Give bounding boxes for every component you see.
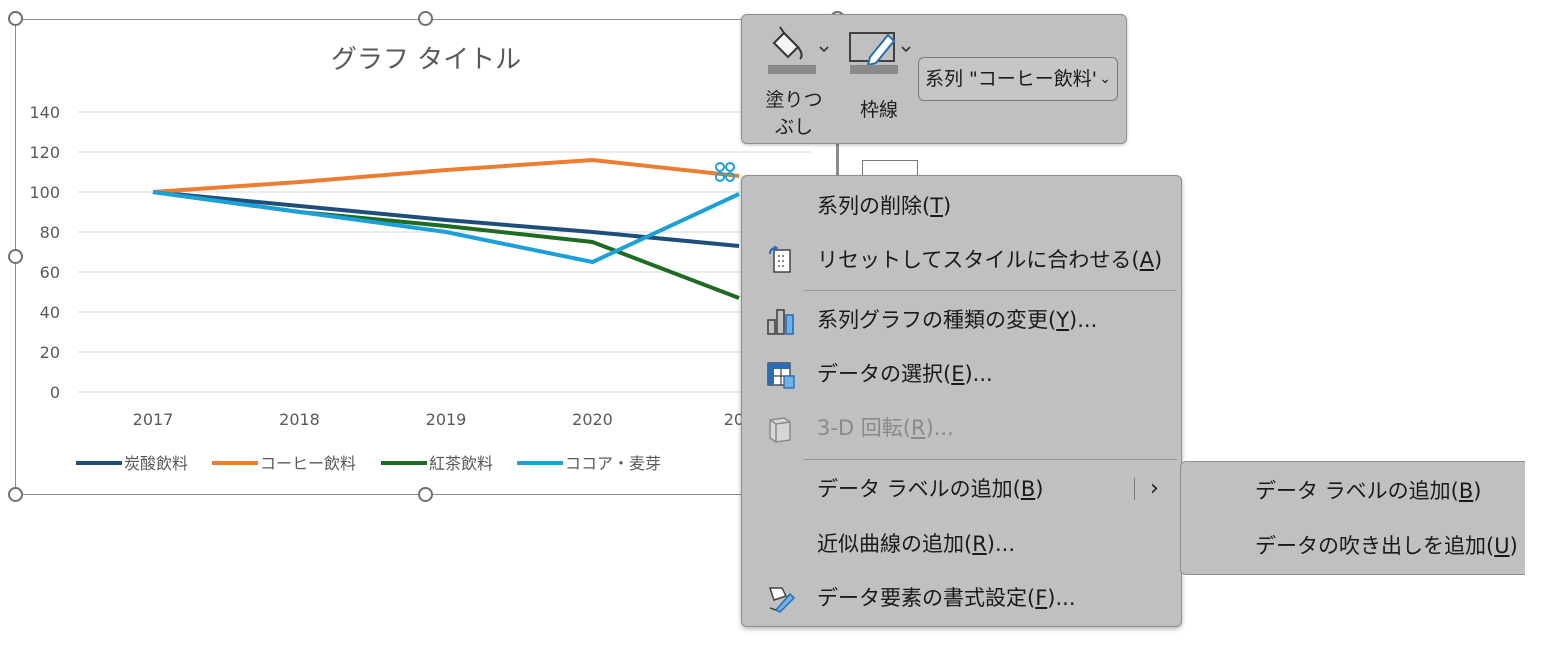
menu-item-delete-series[interactable]: 系列の削除(T) [742,179,1181,233]
resize-handle-middle-left[interactable] [8,249,23,264]
bar-chart-icon [767,309,794,335]
y-tick-label: 20 [40,343,60,362]
legend-entry[interactable]: ココア・麦芽 [565,454,661,473]
menu-separator [804,459,1177,460]
x-tick-label: 2017 [133,410,174,429]
y-tick-label: 100 [29,183,60,202]
menu-item-3d-rotation: 3-D 回転(R)... [742,401,1181,455]
pen-outline-icon [849,32,911,74]
y-tick-label: 0 [50,383,60,402]
legend-entry[interactable]: 紅茶飲料 [429,454,493,473]
series-lines[interactable] [152,158,740,300]
series-line-2[interactable] [152,190,740,300]
x-tick-label: 2019 [426,410,467,429]
chevron-down-icon: ⌄ [1097,58,1111,100]
fill-label-1: 塗りつ [765,89,823,111]
reset-style-icon [769,246,791,273]
legend-entry[interactable]: コーヒー飲料 [260,454,356,473]
outline-label: 枠線 [859,99,898,121]
selected-point-marker[interactable] [725,162,735,172]
chevron-right-icon: › [1150,476,1159,501]
menu-separator [804,290,1177,291]
y-tick-label: 120 [29,143,60,162]
menu-item-change-chart-type[interactable]: 系列グラフの種類の変更(Y)... [742,293,1181,347]
menu-item-add-trendline[interactable]: 近似曲線の追加(R)... [742,517,1181,571]
resize-handle-top-center[interactable] [418,11,433,26]
line-chart[interactable]: グラフ タイトル 140 120 100 80 60 40 20 0 2017 2018 2019… [16,20,840,496]
menu-item-add-data-labels[interactable]: データ ラベルの追加(B) › [742,462,1181,516]
series-select-value: 系列 "コーヒー飲料" [925,68,1101,90]
chart-area[interactable]: グラフ タイトル 140 120 100 80 60 40 20 0 2017 2018 2019… [15,19,839,495]
context-menu: 系列の削除(T) リセットしてスタイルに合わせる(A) 系列グラフの種類の変更(… [741,175,1182,627]
mini-toolbar: 塗りつ ぶし 枠線 系列 "コーヒー飲料" ⌄ [741,14,1127,144]
submenu-item-add-data-callouts[interactable]: データの吹き出しを追加(U) [1255,519,1518,573]
resize-handle-bottom-left[interactable] [8,487,23,502]
resize-handle-bottom-center[interactable] [418,487,433,502]
series-line-1[interactable] [152,158,740,194]
legend-entry[interactable]: 炭酸飲料 [124,454,188,473]
fill-button[interactable]: 塗りつ ぶし [754,23,834,139]
paint-bucket-icon [768,26,829,74]
submenu-item-add-data-labels[interactable]: データ ラベルの追加(B) [1255,464,1482,518]
menu-item-format-data-point[interactable]: データ要素の書式設定(F)... [742,571,1181,625]
chart-elements-button[interactable] [862,160,918,176]
y-tick-label: 140 [29,103,60,122]
gridlines [78,111,811,393]
fill-label-2: ぶし [774,116,813,138]
y-tick-label: 60 [40,263,60,282]
submenu-divider [1134,478,1135,500]
outline-button[interactable]: 枠線 [840,23,918,122]
resize-handle-top-left[interactable] [8,11,23,26]
series-select-dropdown[interactable]: 系列 "コーヒー飲料" ⌄ [918,57,1118,101]
y-axis-ticks: 140 120 100 80 60 40 20 0 [29,103,60,402]
x-axis-ticks: 2017 2018 2019 2020 202 [133,410,755,429]
x-tick-label: 2018 [279,410,320,429]
menu-item-select-data[interactable]: データの選択(E)... [742,347,1181,401]
x-tick-label: 2020 [572,410,613,429]
3d-rotation-icon [769,417,791,443]
series-line-0[interactable] [152,190,740,248]
data-labels-submenu: データ ラベルの追加(B) データの吹き出しを追加(U) [1180,461,1525,575]
format-brush-icon [768,587,796,613]
y-tick-label: 80 [40,223,60,242]
chart-legend[interactable]: 炭酸飲料 コーヒー飲料 紅茶飲料 ココア・麦芽 [76,454,661,473]
menu-item-reset-style[interactable]: リセットしてスタイルに合わせる(A) [742,233,1181,287]
select-data-icon [767,362,795,389]
chart-title[interactable]: グラフ タイトル [331,45,521,75]
y-tick-label: 40 [40,303,60,322]
connector-line [836,144,838,176]
selected-point-marker[interactable] [715,162,725,172]
